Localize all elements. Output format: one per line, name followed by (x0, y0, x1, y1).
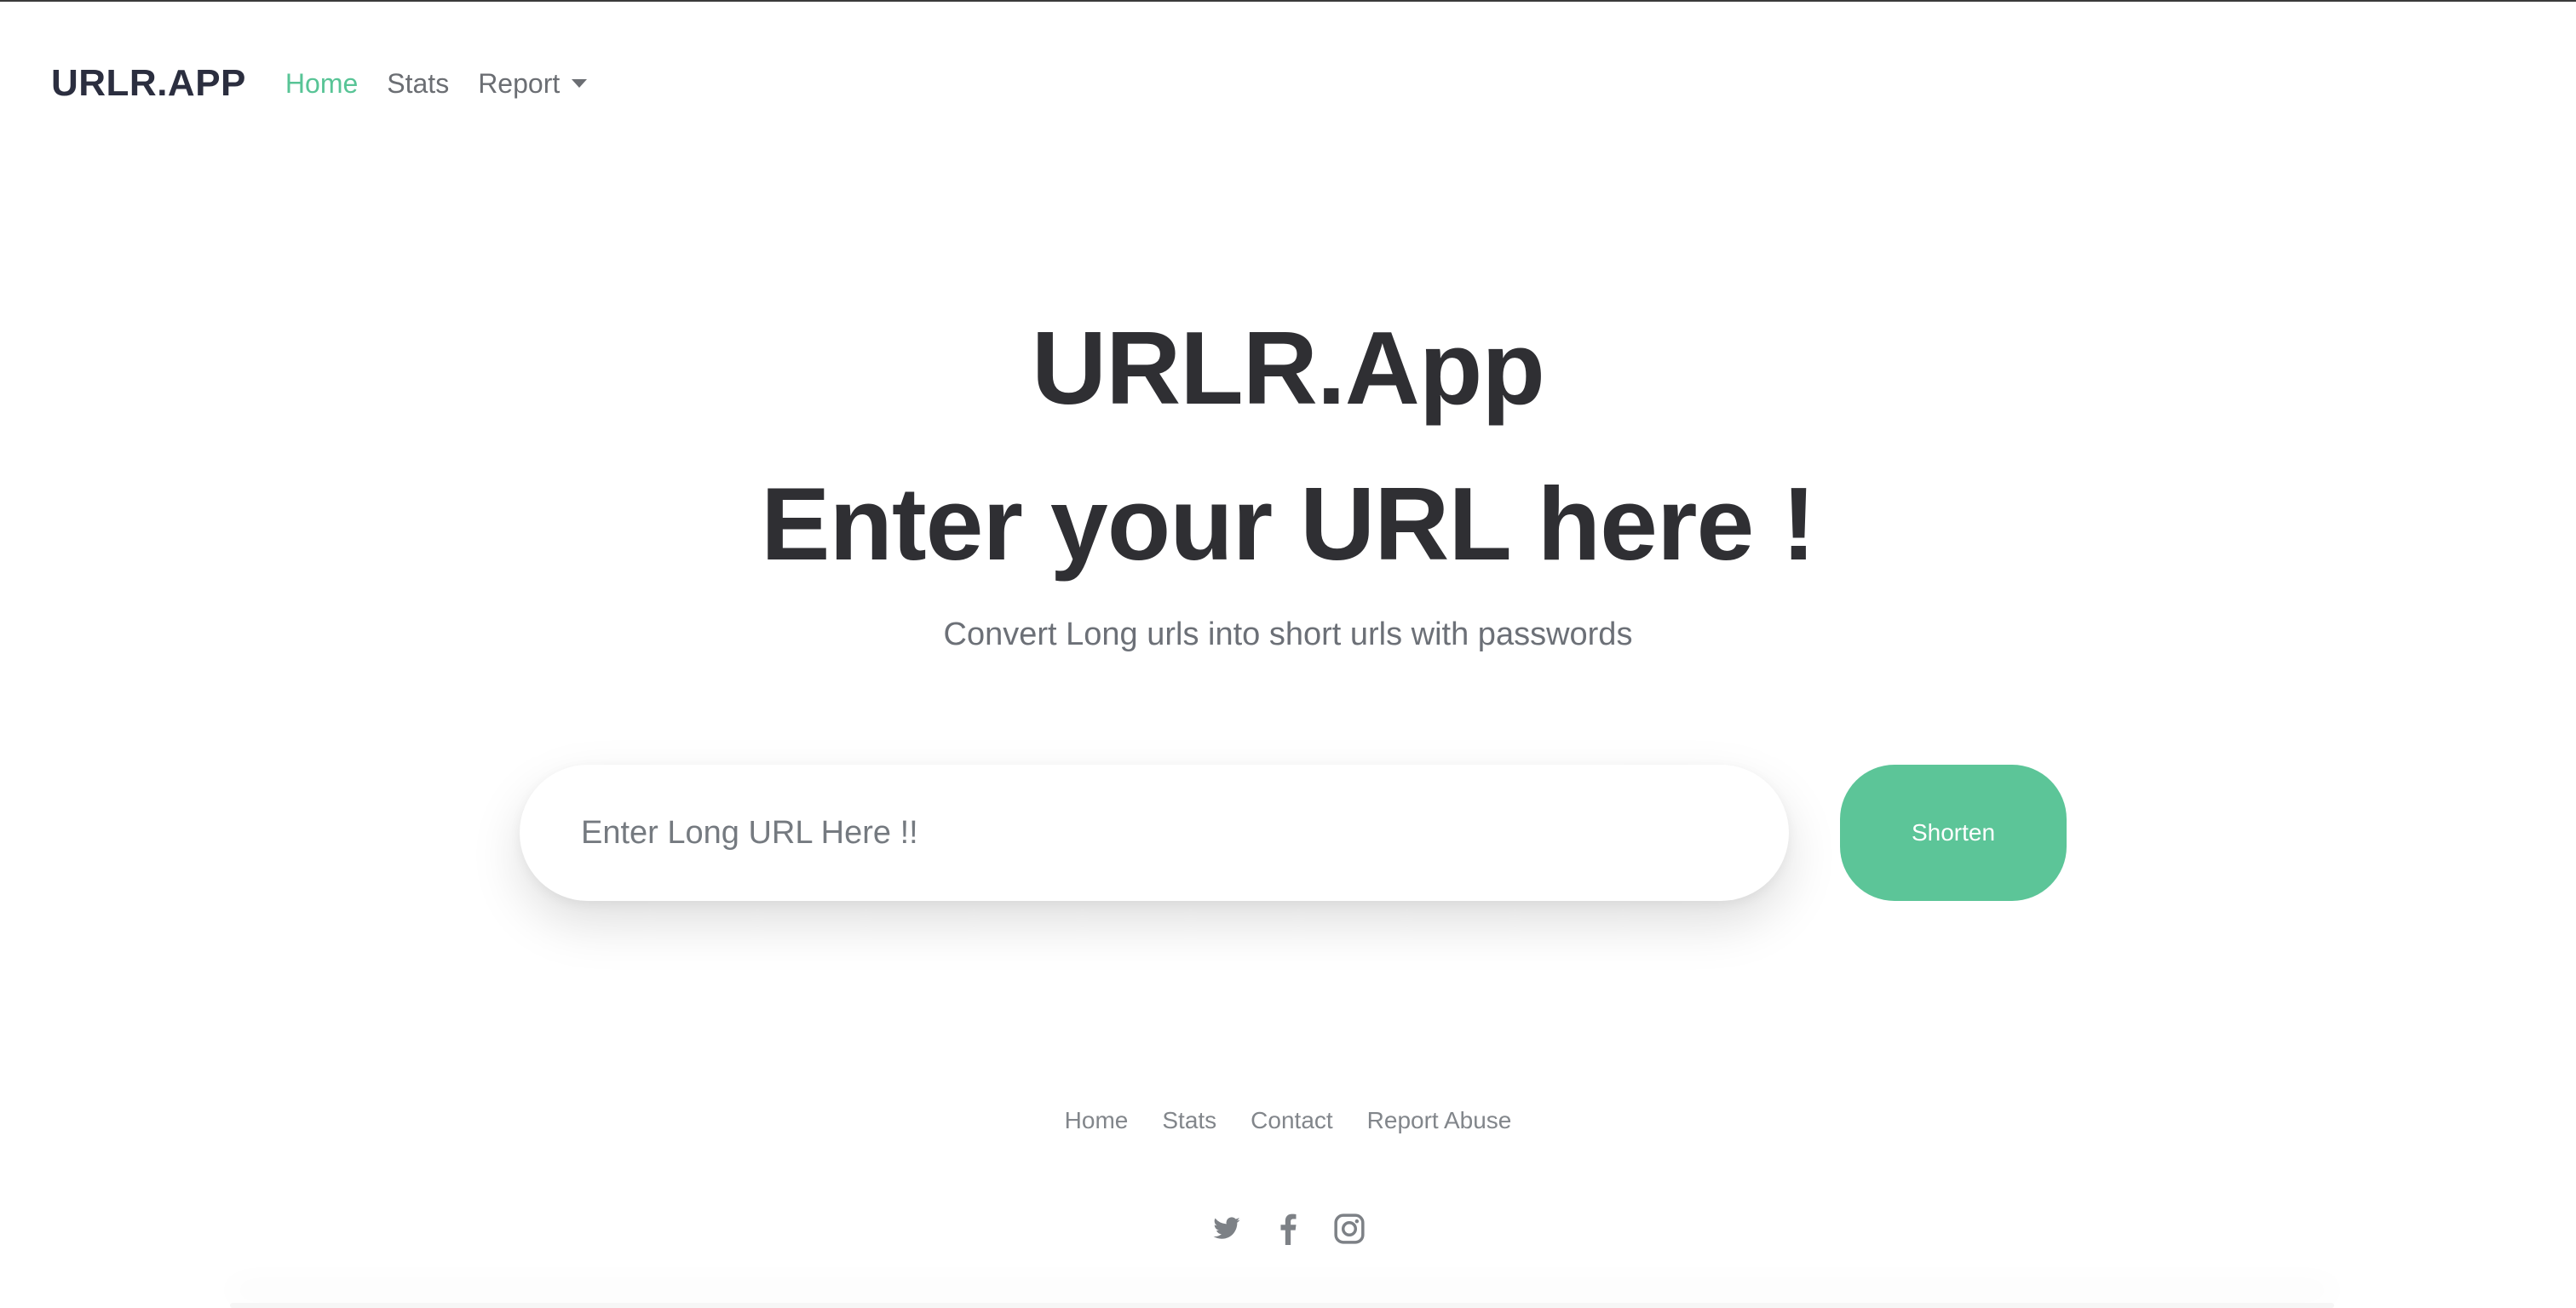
window-top-border (0, 0, 2576, 2)
instagram-icon[interactable] (1333, 1213, 1366, 1245)
nav-home-link[interactable]: Home (285, 68, 358, 100)
hero-title: URLR.App (1032, 310, 1545, 426)
footer-links: Home Stats Contact Report Abuse (0, 1107, 2576, 1134)
shorten-button[interactable]: Shorten (1840, 765, 2067, 901)
nav-stats-link[interactable]: Stats (387, 68, 449, 100)
footer-link-home[interactable]: Home (1065, 1107, 1129, 1134)
bottom-card-edge (230, 1303, 2334, 1308)
long-url-input[interactable] (520, 765, 1789, 901)
nav-report-dropdown[interactable]: Report (478, 67, 588, 100)
facebook-icon[interactable] (1272, 1213, 1304, 1245)
social-links (0, 1213, 2576, 1245)
brand-logo[interactable]: URLR.APP (51, 62, 246, 105)
navbar: URLR.APP Home Stats Report (51, 56, 616, 111)
footer-link-stats[interactable]: Stats (1162, 1107, 1216, 1134)
nav-report-label: Report (478, 67, 561, 99)
hero-heading: Enter your URL here ! (761, 466, 1816, 582)
hero-subtitle: Convert Long urls into short urls with p… (943, 617, 1633, 652)
chevron-down-icon (572, 79, 588, 88)
footer-link-contact[interactable]: Contact (1251, 1107, 1333, 1134)
twitter-icon[interactable] (1210, 1213, 1243, 1245)
footer-link-report-abuse[interactable]: Report Abuse (1367, 1107, 1512, 1134)
